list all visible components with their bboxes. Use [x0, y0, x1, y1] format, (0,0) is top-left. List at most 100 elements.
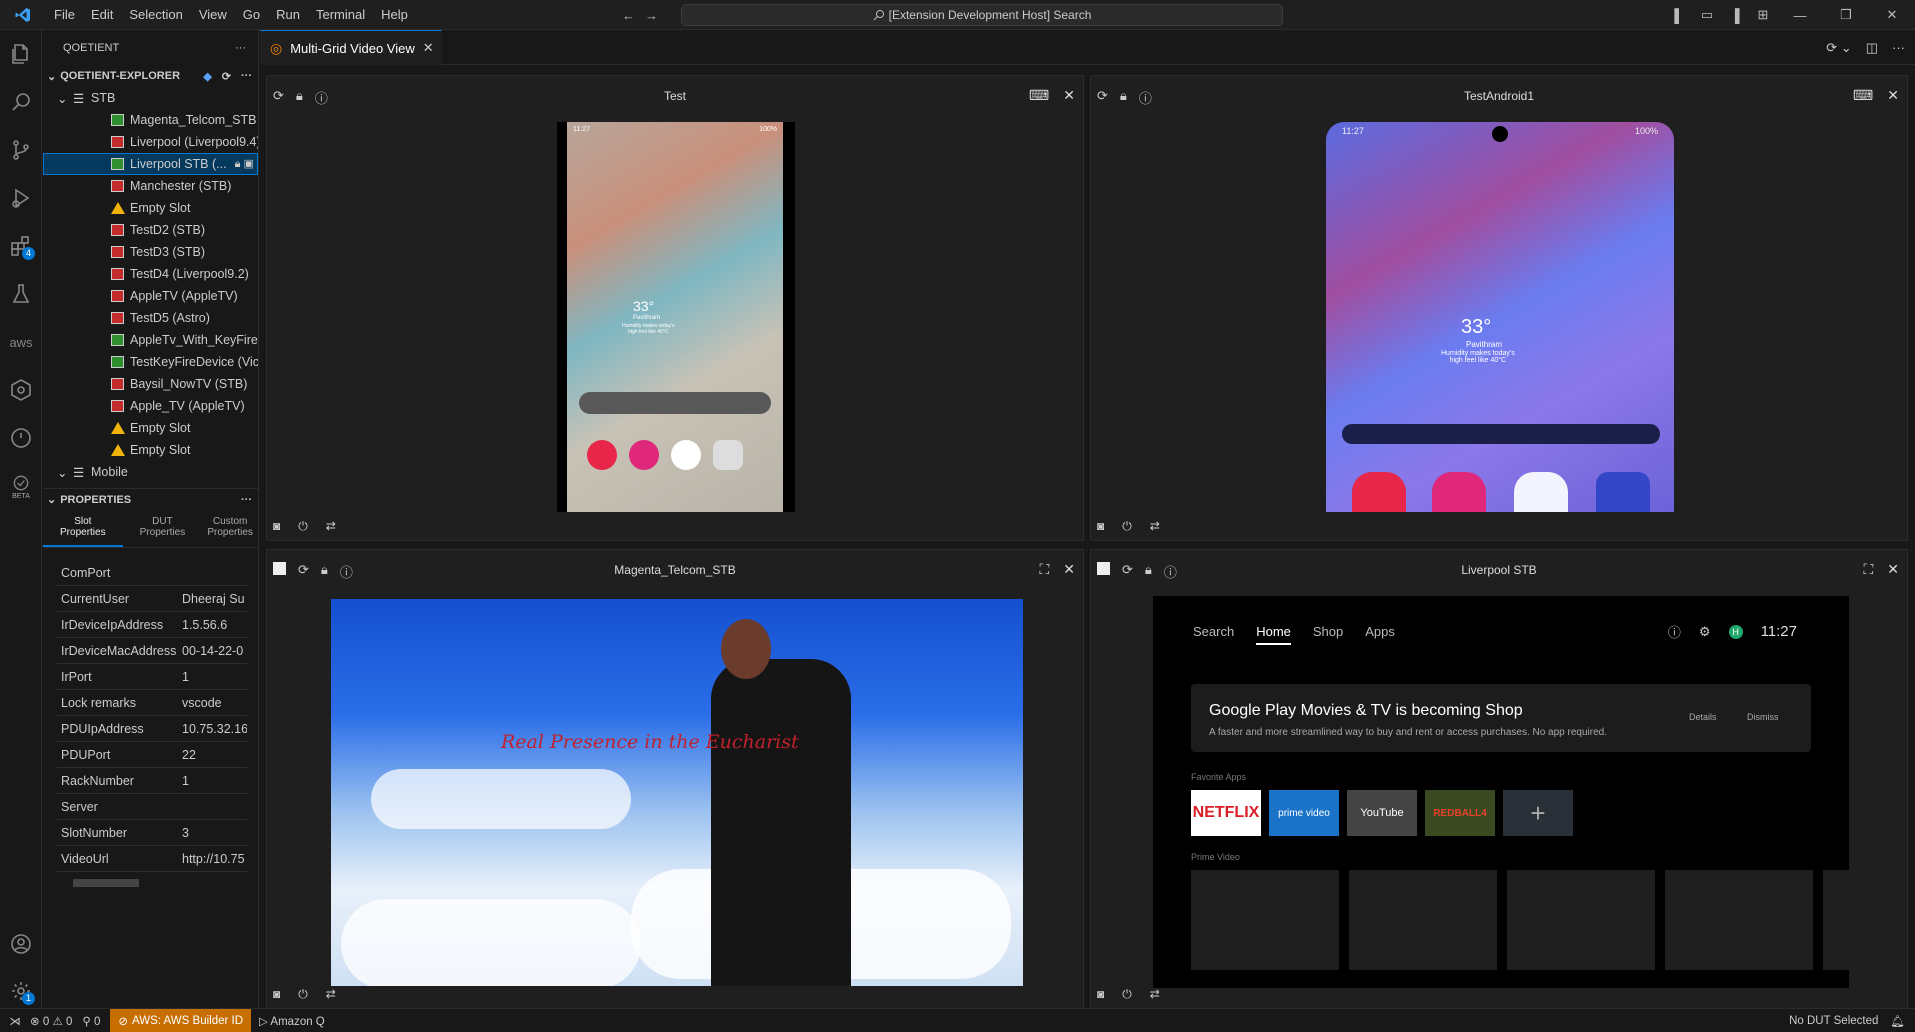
tv-nav-search[interactable]: Search [1193, 624, 1234, 645]
menu-item[interactable]: Edit [83, 0, 121, 30]
power-icon[interactable]: ⏻ [298, 987, 308, 1002]
refresh-icon[interactable]: ⟳ [1097, 88, 1108, 107]
camera-icon[interactable]: ◙ [1097, 519, 1104, 534]
menu-item[interactable]: Selection [121, 0, 190, 30]
lock-icon[interactable]: 🔒︎ ▣ [235, 157, 254, 171]
store-app-icon[interactable] [1352, 472, 1406, 512]
refresh-icon[interactable]: ⟳ ⌄ [1826, 40, 1851, 56]
tab-custom-properties[interactable]: Custom Properties [202, 510, 258, 547]
gamepad-icon[interactable]: ⌨ [1853, 87, 1873, 104]
more-icon[interactable]: ··· [241, 70, 252, 83]
tv-nav-shop[interactable]: Shop [1313, 624, 1343, 645]
device-item[interactable]: Apple_TV (AppleTV) [43, 395, 258, 417]
device-item[interactable]: AppleTV (AppleTV) [43, 285, 258, 307]
tab-slot-properties[interactable]: Slot Properties [43, 510, 123, 547]
remote-icon[interactable]: ⋊ [0, 1014, 30, 1028]
notification-icon[interactable]: ⓘ [1668, 622, 1681, 641]
properties-section-header[interactable]: ⌄ PROPERTIES ··· [43, 488, 258, 510]
camera-icon[interactable]: ◙ [273, 987, 280, 1002]
amazon-q-status[interactable]: ▷ Amazon Q [259, 1014, 325, 1028]
details-button[interactable]: Details [1689, 712, 1717, 722]
lock-icon[interactable]: 🔒︎ [321, 562, 328, 581]
command-center-search[interactable]: [Extension Development Host] Search [681, 4, 1283, 26]
select-checkbox[interactable] [1097, 562, 1110, 575]
menu-item[interactable]: Help [373, 0, 416, 30]
power-icon[interactable]: ⏻ [298, 519, 308, 534]
tv-nav-apps[interactable]: Apps [1365, 624, 1395, 645]
problems-indicator[interactable]: ⊗ 0 ⚠ 0 [30, 1014, 72, 1028]
refresh-icon[interactable]: ⟳ [298, 562, 309, 581]
tab-dut-properties[interactable]: DUT Properties [123, 510, 203, 547]
reboot-icon[interactable]: ⇄ [1150, 987, 1160, 1002]
device-item[interactable]: Empty Slot [43, 197, 258, 219]
menu-item[interactable]: Terminal [308, 0, 373, 30]
tv-screen-liverpool[interactable]: Search Home Shop Apps ⓘ ⚙ H 11:27 Google Pl… [1153, 596, 1849, 988]
menu-item[interactable]: File [46, 0, 83, 30]
menu-item[interactable]: Go [235, 0, 268, 30]
refresh-icon[interactable]: ⟳ [273, 88, 284, 107]
content-tile[interactable] [1507, 870, 1655, 970]
device-item[interactable]: Empty Slot [43, 439, 258, 461]
content-tile[interactable] [1191, 870, 1339, 970]
refresh-icon[interactable]: ⟳ [1122, 562, 1133, 581]
tree-group-mobile[interactable]: ⌄ ☰ Mobile [43, 461, 258, 483]
close-icon[interactable]: ✕ [1063, 561, 1075, 578]
aws-connection-status[interactable]: ⊘ AWS: AWS Builder ID [110, 1009, 252, 1032]
refresh-icon[interactable]: ⟳ [222, 70, 231, 83]
redball-app-tile[interactable]: REDBALL4 [1425, 790, 1495, 836]
lock-icon[interactable]: 🔒︎ [1145, 562, 1152, 581]
toggle-panel-icon[interactable]: ▭ [1693, 7, 1721, 23]
store-app-icon[interactable] [587, 440, 617, 470]
android-screen-test[interactable]: 11:27 100% 33° Pavithram Humidity makes … [557, 122, 795, 512]
android-screen-testandroid1[interactable]: 11:27 100% 33° Pavithram Humidity makes … [1326, 122, 1674, 512]
google-folder-icon[interactable] [1596, 472, 1650, 512]
device-item[interactable]: TestD2 (STB) [43, 219, 258, 241]
accounts-icon[interactable] [0, 920, 42, 968]
qoetient-beta-icon[interactable]: BETA [0, 462, 42, 510]
google-search-bar[interactable] [579, 392, 771, 414]
device-item[interactable]: TestD5 (Astro) [43, 307, 258, 329]
tv-settings-icon[interactable]: ⚙ [1699, 624, 1711, 640]
prime-video-app-tile[interactable]: prime video [1269, 790, 1339, 836]
horizontal-scrollbar[interactable] [57, 878, 247, 888]
tab-multi-grid-video-view[interactable]: ◎ Multi-Grid Video View ✕ [260, 30, 442, 65]
search-view-icon[interactable] [0, 78, 42, 126]
device-item[interactable]: AppleTv_With_KeyFire ... [43, 329, 258, 351]
explorer-icon[interactable] [0, 30, 42, 78]
info-icon[interactable]: ⓘ [340, 562, 353, 581]
info-icon[interactable]: ⓘ [315, 88, 328, 107]
content-tile[interactable] [1349, 870, 1497, 970]
forward-arrow-icon[interactable]: → [645, 8, 658, 23]
youtube-app-tile[interactable]: YouTube [1347, 790, 1417, 836]
gallery-app-icon[interactable] [629, 440, 659, 470]
video-stream-magenta[interactable]: Real Presence in the Eucharist [331, 599, 1023, 986]
restore-button[interactable]: ❐ [1823, 7, 1869, 23]
shield-icon[interactable]: ◆ [203, 70, 211, 83]
device-item[interactable]: TestKeyFireDevice (Vic... [43, 351, 258, 373]
close-tab-icon[interactable]: ✕ [423, 40, 434, 56]
explorer-section-header[interactable]: ⌄ QOETIENT-EXPLORER ◆ ⟳ ··· [43, 65, 258, 87]
testing-icon[interactable] [0, 270, 42, 318]
content-tile[interactable] [1665, 870, 1813, 970]
menu-item[interactable]: Run [268, 0, 308, 30]
reboot-icon[interactable]: ⇄ [326, 519, 336, 534]
close-icon[interactable]: ✕ [1887, 561, 1899, 578]
info-icon[interactable]: ⓘ [1139, 88, 1152, 107]
device-item[interactable]: Liverpool STB (... 🔒︎ ▣ [43, 153, 258, 175]
device-item[interactable]: Empty Slot [43, 417, 258, 439]
device-item[interactable]: Manchester (STB) [43, 175, 258, 197]
close-icon[interactable]: ✕ [1887, 87, 1899, 104]
more-actions-icon[interactable]: ··· [1892, 40, 1905, 55]
back-arrow-icon[interactable]: ← [622, 8, 635, 23]
camera-icon[interactable]: ◙ [1097, 987, 1104, 1002]
tree-group-stb[interactable]: ⌄ ☰ STB [43, 87, 258, 109]
camera-icon[interactable]: ◙ [273, 519, 280, 534]
power-icon[interactable] [0, 414, 42, 462]
dut-status[interactable]: No DUT Selected [1789, 1015, 1878, 1027]
device-item[interactable]: Magenta_Telcom_STB ... [43, 109, 258, 131]
dismiss-button[interactable]: Dismiss [1747, 712, 1779, 722]
menu-item[interactable]: View [191, 0, 235, 30]
close-icon[interactable]: ✕ [1063, 87, 1075, 104]
customize-layout-icon[interactable]: ⊞ [1749, 7, 1777, 23]
toggle-secondary-sidebar-icon[interactable]: ▐ [1721, 8, 1749, 23]
